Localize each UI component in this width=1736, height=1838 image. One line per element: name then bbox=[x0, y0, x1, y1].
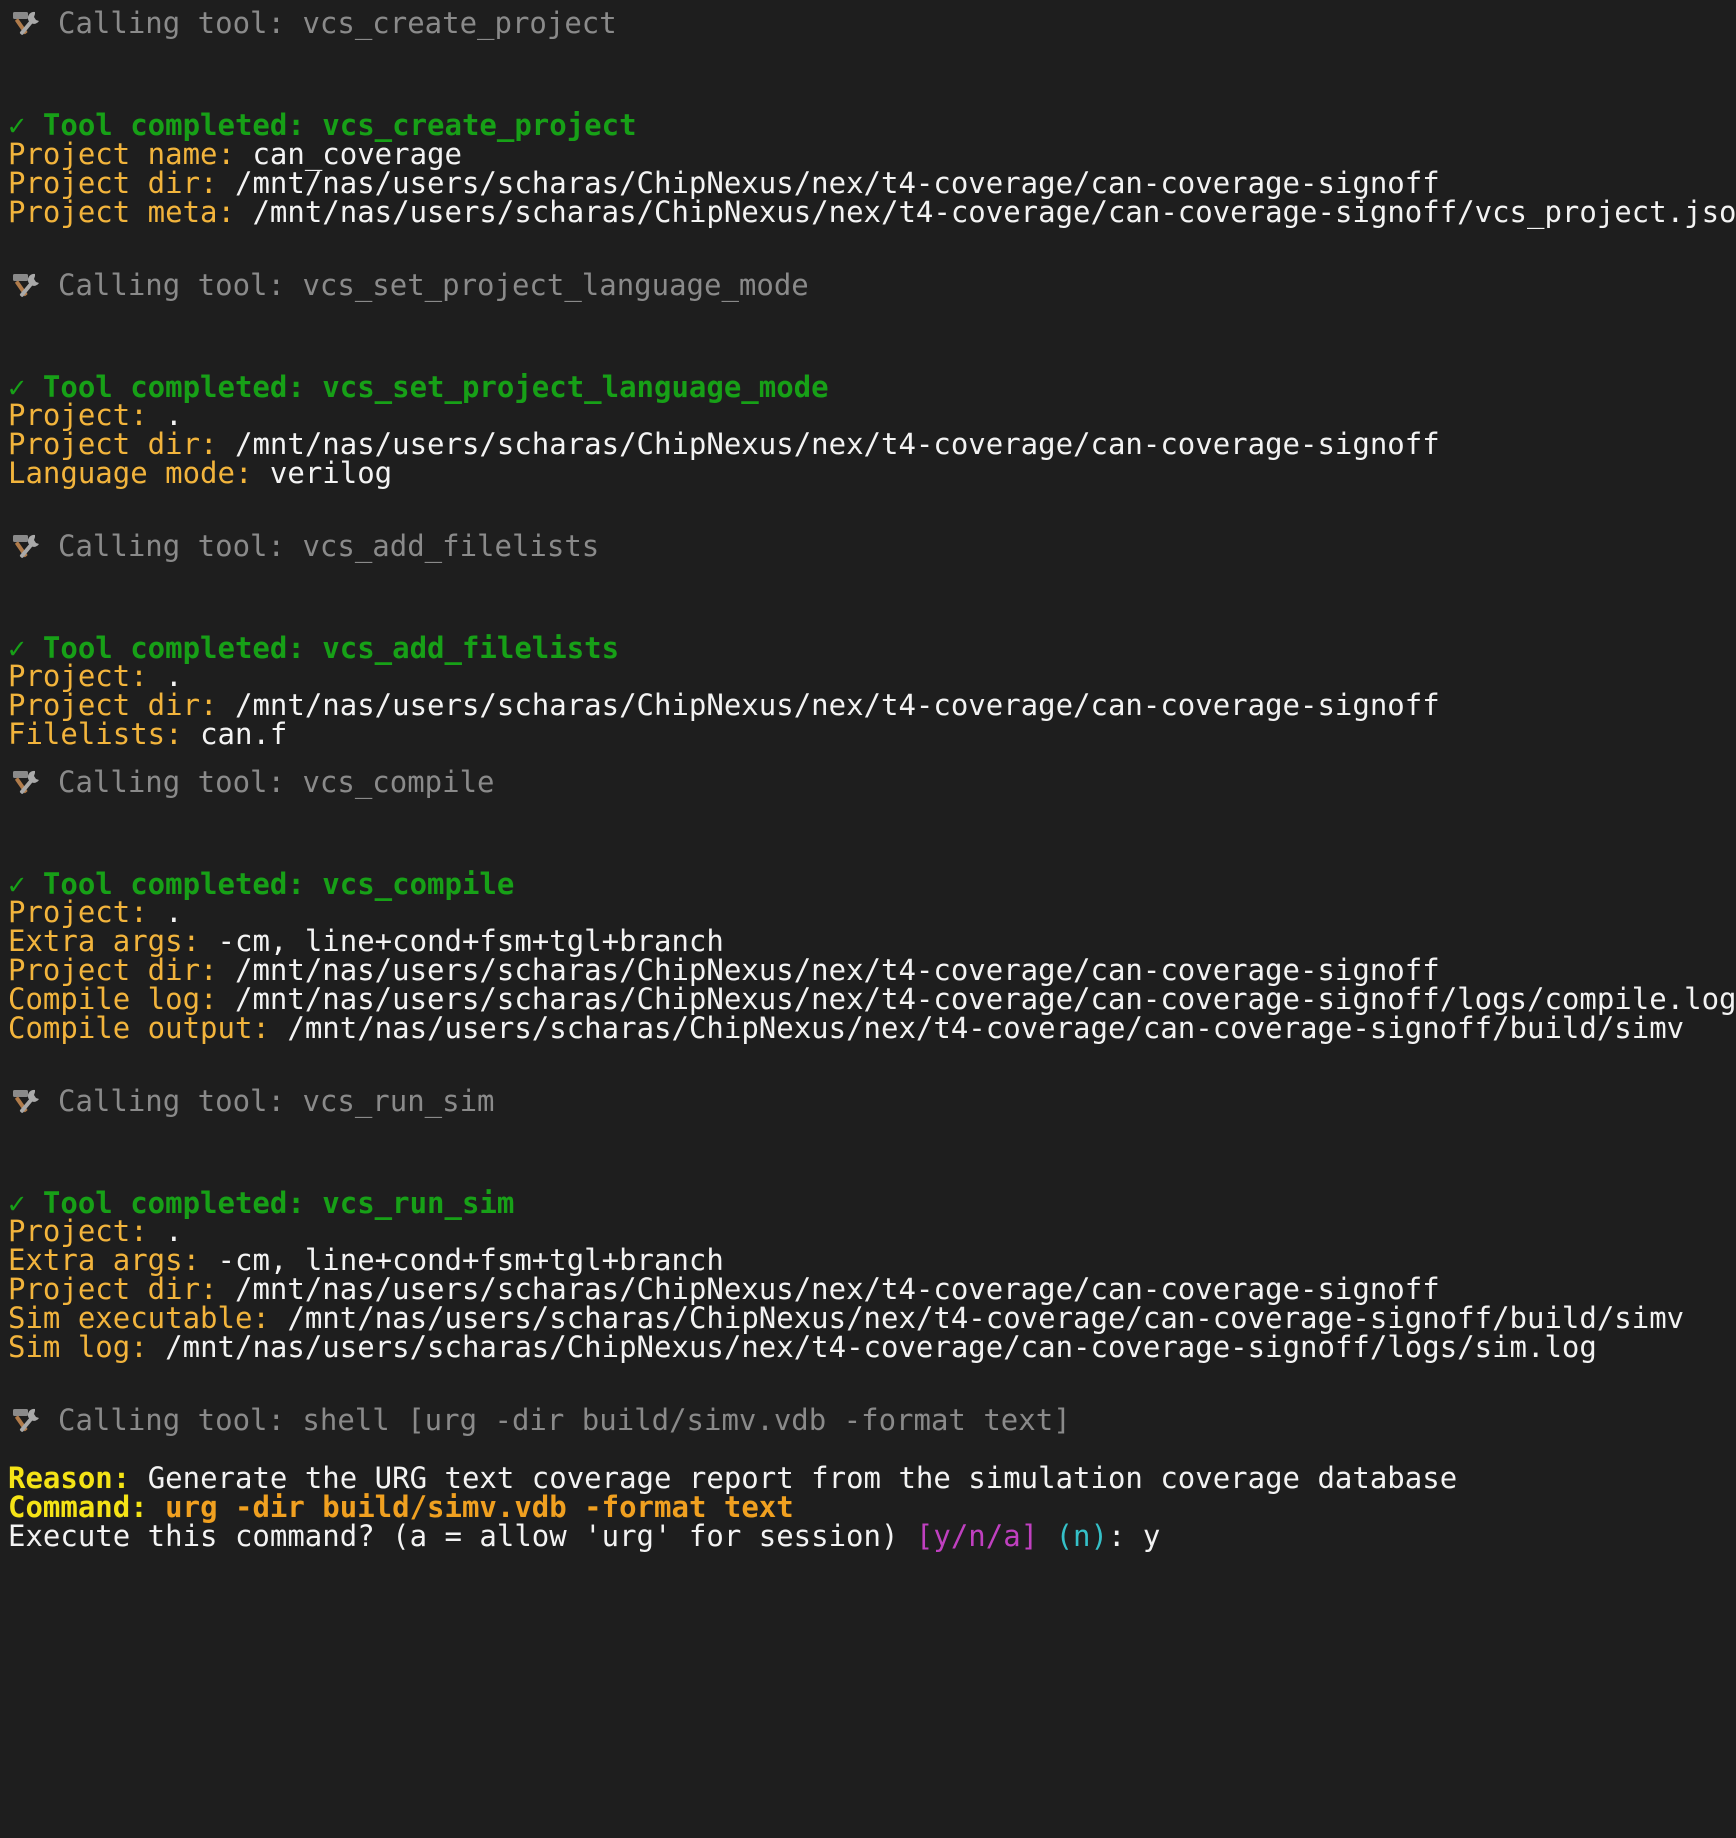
field-key: Compile output: bbox=[8, 1011, 270, 1045]
calling-tool-line: Calling tool: vcs_run_sim bbox=[8, 1084, 495, 1118]
tools-icon bbox=[8, 1087, 44, 1115]
field-value: /mnt/nas/users/scharas/ChipNexus/nex/t4-… bbox=[234, 688, 1440, 722]
field-key: Project meta: bbox=[8, 195, 235, 229]
calling-prefix: Calling tool: bbox=[58, 765, 303, 799]
calling-prefix: Calling tool: bbox=[58, 1084, 303, 1118]
completed-tool-name: vcs_set_project_language_mode bbox=[322, 370, 829, 404]
tools-icon bbox=[8, 1406, 44, 1434]
calling-prefix: Calling tool: bbox=[58, 529, 303, 563]
prompt-answer-input[interactable]: y bbox=[1143, 1519, 1160, 1553]
calling-tool-line: Calling tool: vcs_add_filelists bbox=[8, 529, 599, 563]
calling-shell-text: Calling tool: shell [urg -dir build/simv… bbox=[58, 1403, 1071, 1437]
field-gap bbox=[183, 717, 200, 751]
prompt-default: (n) bbox=[1055, 1519, 1108, 1553]
field-gap bbox=[270, 1011, 287, 1045]
calling-tool-name: vcs_set_project_language_mode bbox=[302, 268, 809, 302]
field-line: Compile output: /mnt/nas/users/scharas/C… bbox=[8, 1011, 1684, 1045]
field-key: Language mode: bbox=[8, 456, 253, 490]
calling-tool-name: vcs_compile bbox=[302, 765, 495, 799]
field-value: /mnt/nas/users/scharas/ChipNexus/nex/t4-… bbox=[234, 427, 1440, 461]
calling-tool-name: vcs_add_filelists bbox=[302, 529, 600, 563]
completed-tool-name: vcs_compile bbox=[322, 867, 515, 901]
calling-prefix: Calling tool: bbox=[58, 6, 303, 40]
field-key: Filelists: bbox=[8, 717, 183, 751]
field-line: Project meta: /mnt/nas/users/scharas/Chi… bbox=[8, 195, 1736, 229]
tools-icon bbox=[8, 271, 44, 299]
field-line: Language mode: verilog bbox=[8, 456, 392, 490]
field-gap bbox=[252, 456, 269, 490]
field-value: verilog bbox=[269, 456, 393, 490]
tools-icon bbox=[8, 532, 44, 560]
field-line: Filelists: can.f bbox=[8, 717, 287, 751]
execute-prompt-line: Execute this command? (a = allow 'urg' f… bbox=[8, 1519, 1160, 1553]
calling-tool-line: Calling tool: vcs_create_project bbox=[8, 6, 617, 40]
prompt-sep: : bbox=[1107, 1519, 1143, 1553]
field-gap bbox=[235, 195, 252, 229]
field-value: /mnt/nas/users/scharas/ChipNexus/nex/t4-… bbox=[165, 1330, 1597, 1364]
calling-tool-name: vcs_create_project bbox=[302, 6, 617, 40]
prompt-text: Execute this command? (a = allow 'urg' f… bbox=[8, 1519, 916, 1553]
calling-tool-name: vcs_run_sim bbox=[302, 1084, 495, 1118]
completed-tool-name: vcs_add_filelists bbox=[322, 631, 620, 665]
calling-prefix: Calling tool: bbox=[58, 268, 303, 302]
field-value: /mnt/nas/users/scharas/ChipNexus/nex/t4-… bbox=[252, 195, 1736, 229]
tools-icon bbox=[8, 9, 44, 37]
tools-icon bbox=[8, 768, 44, 796]
field-value: /mnt/nas/users/scharas/ChipNexus/nex/t4-… bbox=[287, 1011, 1685, 1045]
calling-tool-line: Calling tool: vcs_set_project_language_m… bbox=[8, 268, 809, 302]
completed-tool-name: vcs_run_sim bbox=[322, 1186, 515, 1220]
calling-tool-line: Calling tool: vcs_compile bbox=[8, 765, 495, 799]
field-gap bbox=[148, 1330, 165, 1364]
field-value: can.f bbox=[200, 717, 288, 751]
prompt-choices: [y/n/a] bbox=[915, 1519, 1039, 1553]
calling-tool-line: Calling tool: shell [urg -dir build/simv… bbox=[8, 1403, 1071, 1437]
field-line: Sim log: /mnt/nas/users/scharas/ChipNexu… bbox=[8, 1330, 1597, 1364]
field-key: Sim log: bbox=[8, 1330, 148, 1364]
